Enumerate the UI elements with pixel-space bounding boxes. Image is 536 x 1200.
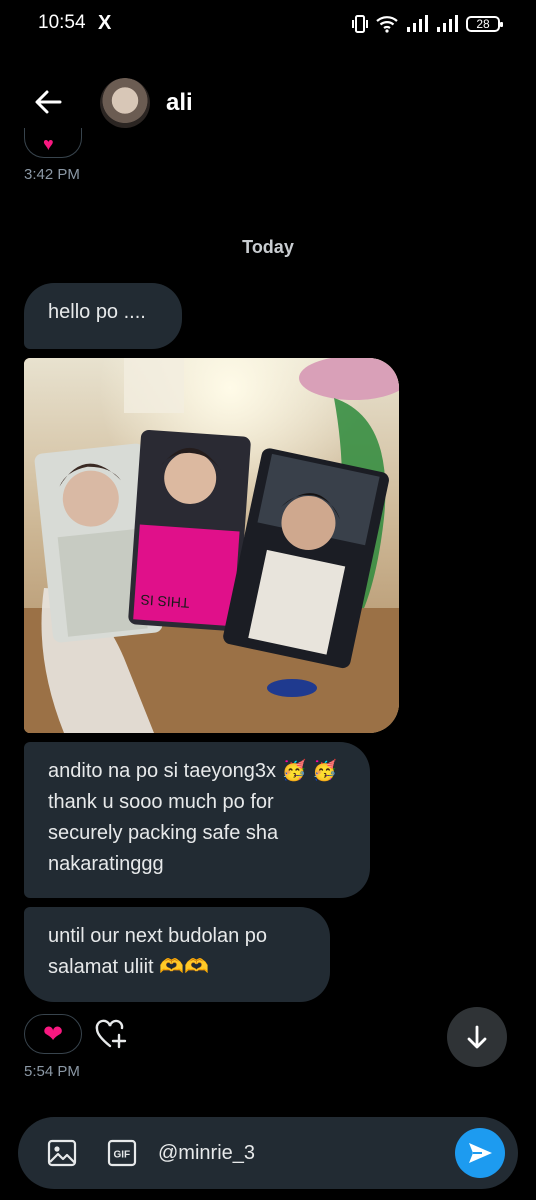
avatar[interactable] (100, 78, 150, 128)
wifi-icon (376, 16, 398, 33)
status-time: 10:54 (38, 12, 86, 33)
status-icons: 28 (352, 14, 503, 34)
scroll-to-bottom-button[interactable] (447, 1007, 507, 1067)
arrow-left-icon (35, 90, 62, 114)
photo-image[interactable]: THIS IS (24, 358, 399, 733)
gif-button[interactable]: GIF (106, 1137, 138, 1169)
heart-icon: ♥ (43, 134, 54, 154)
battery-icon: 28 (466, 16, 503, 32)
gif-label: GIF (114, 1150, 131, 1161)
day-separator: Today (242, 237, 294, 257)
image-icon (47, 1139, 77, 1167)
message-timestamp: 5:54 PM (24, 1063, 80, 1080)
heart-plus-icon (95, 1019, 127, 1049)
signal-icon (407, 15, 428, 32)
add-reaction-button[interactable] (94, 1018, 128, 1052)
message-bubble[interactable]: andito na po si taeyong3x 🥳 🥳 thank u so… (24, 742, 370, 898)
arrow-down-icon (467, 1025, 487, 1049)
signal-icon (437, 15, 458, 32)
send-button[interactable] (455, 1128, 505, 1178)
heart-reaction[interactable]: ❤ (24, 1014, 82, 1054)
heart-icon: ❤ (42, 1020, 64, 1048)
photocards-illustration: THIS IS (24, 358, 399, 733)
media-button[interactable] (46, 1137, 78, 1169)
x-notification-icon: X (98, 12, 112, 34)
conversation-header: ali (0, 70, 536, 136)
message-bubble[interactable]: hello po .... (24, 283, 182, 349)
message-timestamp: 3:42 PM (24, 166, 80, 183)
vibrate-icon (352, 15, 368, 33)
contact-name[interactable]: ali (166, 89, 193, 117)
back-button[interactable] (30, 84, 66, 120)
send-icon (469, 1143, 492, 1163)
message-input[interactable] (158, 1139, 438, 1167)
svg-text:THIS IS: THIS IS (140, 592, 190, 611)
previous-reaction[interactable]: ♥ (24, 128, 82, 158)
gif-icon: GIF (107, 1139, 137, 1167)
message-composer: GIF (18, 1117, 518, 1189)
message-bubble[interactable]: until our next budolan po salamat uliit … (24, 907, 330, 1002)
status-bar: 10:54 X 28 (0, 0, 536, 50)
